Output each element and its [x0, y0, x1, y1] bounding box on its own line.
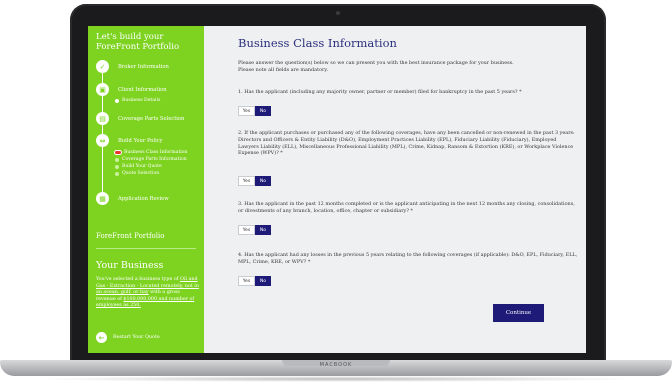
dot-icon: [115, 98, 119, 103]
yes-button[interactable]: Yes: [238, 225, 255, 235]
page-title: Business Class Information: [238, 36, 397, 50]
question-3-toggle: Yes No: [238, 225, 271, 235]
sidebar-step-coverage[interactable]: ▤ Coverage Parts Selection: [96, 112, 184, 125]
substep-coverage-parts-info[interactable]: Coverage Parts Information: [115, 157, 187, 162]
clipboard-icon: ▤: [96, 112, 109, 125]
dot-icon: [115, 157, 119, 162]
step-label: Build Your Policy: [118, 137, 163, 144]
question-1-toggle: Yes No: [238, 106, 271, 116]
step-label: Coverage Parts Selection: [118, 115, 185, 122]
check-icon: ✓: [96, 60, 109, 73]
current-indicator-icon: [115, 151, 121, 154]
substep-business-class[interactable]: Business Class Information: [115, 150, 187, 155]
no-button[interactable]: No: [255, 106, 271, 116]
sidebar-step-application-review[interactable]: ▦ Application Review: [96, 192, 169, 205]
restart-quote-link[interactable]: ← Restart Your Quote: [96, 332, 160, 343]
sidebar-title: Let's build your ForeFront Portfolio: [96, 32, 180, 52]
no-button[interactable]: No: [255, 276, 271, 286]
sidebar: Let's build your ForeFront Portfolio ✓ B…: [88, 26, 204, 353]
business-summary: You've selected a business type of Oil a…: [96, 277, 200, 310]
step-label: Broker Information: [118, 63, 169, 70]
dot-icon: [115, 164, 119, 169]
document-icon: ▦: [96, 192, 109, 205]
sidebar-step-build-policy[interactable]: ⇔ Build Your Policy: [96, 134, 163, 147]
dot-icon: [115, 171, 119, 176]
intro-line: Please answer the question(s) below so w…: [238, 60, 514, 66]
no-button[interactable]: No: [255, 225, 271, 235]
substep-label: Coverage Parts Information: [122, 157, 187, 162]
question-3: 3. Has the applicant in the past 12 mont…: [238, 201, 575, 214]
substep-business-details[interactable]: Business Details: [115, 98, 160, 103]
no-button[interactable]: No: [255, 176, 271, 186]
yes-button[interactable]: Yes: [238, 106, 255, 116]
intro-text: Please answer the question(s) below so w…: [238, 60, 578, 74]
step-label: Application Review: [118, 195, 169, 202]
question-4-toggle: Yes No: [238, 276, 271, 286]
intro-line: Please note all fields are mandatory.: [238, 66, 329, 73]
briefcase-icon: ▣: [96, 83, 109, 96]
substep-label: Business Details: [122, 98, 161, 103]
yes-button[interactable]: Yes: [238, 176, 255, 186]
question-2: 2. If the applicant purchases or purchas…: [238, 130, 575, 157]
your-business-title: Your Business: [96, 260, 164, 271]
substep-label: Quote Selection: [122, 171, 160, 176]
substep-label: Build Your Quote: [122, 164, 162, 169]
sidebar-step-broker[interactable]: ✓ Broker Information: [96, 60, 169, 73]
substep-quote-selection[interactable]: Quote Selection: [115, 171, 159, 176]
arrow-left-icon: ←: [96, 332, 107, 343]
tools-icon: ⇔: [96, 134, 109, 147]
substep-build-quote[interactable]: Build Your Quote: [115, 164, 162, 169]
step-label: Client Information: [118, 86, 167, 93]
question-4: 4. Has the applicant had any losses in t…: [238, 252, 578, 265]
question-2-toggle: Yes No: [238, 176, 271, 186]
sidebar-step-client[interactable]: ▣ Client Information: [96, 83, 167, 96]
laptop-brand: MACBOOK: [319, 362, 353, 368]
restart-label: Restart Your Quote: [113, 335, 160, 340]
laptop-shadow: [30, 376, 642, 382]
camera-icon: [336, 11, 340, 15]
app-screen: Let's build your ForeFront Portfolio ✓ B…: [88, 26, 586, 353]
substep-label: Business Class Information: [124, 150, 188, 155]
yes-button[interactable]: Yes: [238, 276, 255, 286]
question-1: 1. Has the applicant (including any majo…: [238, 89, 522, 95]
summary-text: You've selected a business type of: [96, 277, 179, 282]
main-content: Business Class Information Please answer…: [204, 26, 586, 353]
divider: [96, 248, 196, 249]
continue-button[interactable]: Continue: [493, 304, 544, 322]
portfolio-label: ForeFront Portfolio: [96, 232, 165, 240]
